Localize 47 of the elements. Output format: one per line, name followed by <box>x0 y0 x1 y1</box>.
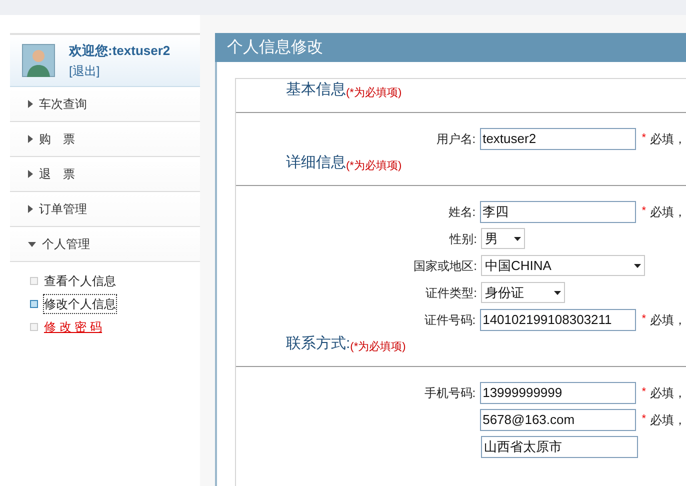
avatar-icon <box>22 44 55 77</box>
text-field[interactable]: 山西省太原市 <box>481 436 638 458</box>
caret-down-icon <box>554 290 561 294</box>
caret-down-icon <box>634 264 641 268</box>
caret-right-icon <box>28 135 33 143</box>
required-note: 必填， <box>650 130 686 148</box>
field-label: 用户名: <box>436 130 476 148</box>
submenu-item[interactable]: 查看个人信息 <box>44 272 116 290</box>
field-label: 手机号码: <box>424 384 476 402</box>
required-note: 必填， <box>650 384 686 402</box>
section-title: 联系方式: <box>286 334 350 354</box>
required-mark: * <box>642 131 646 146</box>
text-field[interactable]: 李四 <box>480 200 636 222</box>
required-mark: * <box>642 312 646 328</box>
select-dropdown[interactable]: 中国CHINA <box>481 255 645 276</box>
text-field[interactable]: 140102199108303211 <box>480 308 636 330</box>
required-hint: (*为必填项) <box>346 158 402 174</box>
submenu-item[interactable]: 修改个人信息 <box>44 295 116 313</box>
required-hint: (*为必填项) <box>350 340 406 354</box>
field-label: 性别: <box>450 230 477 248</box>
page-title: 个人信息修改 <box>227 38 323 58</box>
section-title: 详细信息 <box>286 152 346 172</box>
caret-right-icon <box>28 100 33 108</box>
text-field[interactable]: textuser2 <box>480 128 636 150</box>
field-label: 姓名: <box>448 204 476 220</box>
text-field[interactable]: 13999999999 <box>480 382 636 404</box>
field-label: 证件类型: <box>426 284 477 302</box>
field-label: 国家或地区: <box>414 258 477 274</box>
required-mark: * <box>642 412 646 428</box>
required-hint: (*为必填项) <box>346 86 402 100</box>
select-dropdown[interactable]: 男 <box>481 228 525 249</box>
field-label: 证件号码: <box>424 312 476 328</box>
select-dropdown[interactable]: 身份证 <box>481 282 565 303</box>
caret-down-icon <box>514 236 521 240</box>
logout-link[interactable]: [退出] <box>69 62 170 80</box>
caret-right-icon <box>28 170 33 178</box>
caret-right-icon <box>28 205 33 213</box>
text-field[interactable]: 5678@163.com <box>480 408 636 430</box>
submenu-link[interactable]: 修 改 密 码 <box>44 318 102 336</box>
required-mark: * <box>642 204 646 220</box>
section-title: 基本信息 <box>286 80 346 100</box>
caret-down-icon <box>28 242 36 246</box>
required-note: 必填， <box>650 204 686 220</box>
welcome-text: 欢迎您:textuser2 <box>69 42 170 60</box>
required-mark: * <box>642 385 646 400</box>
required-note: 必填， <box>650 412 686 428</box>
required-note: 必填， <box>650 312 686 328</box>
